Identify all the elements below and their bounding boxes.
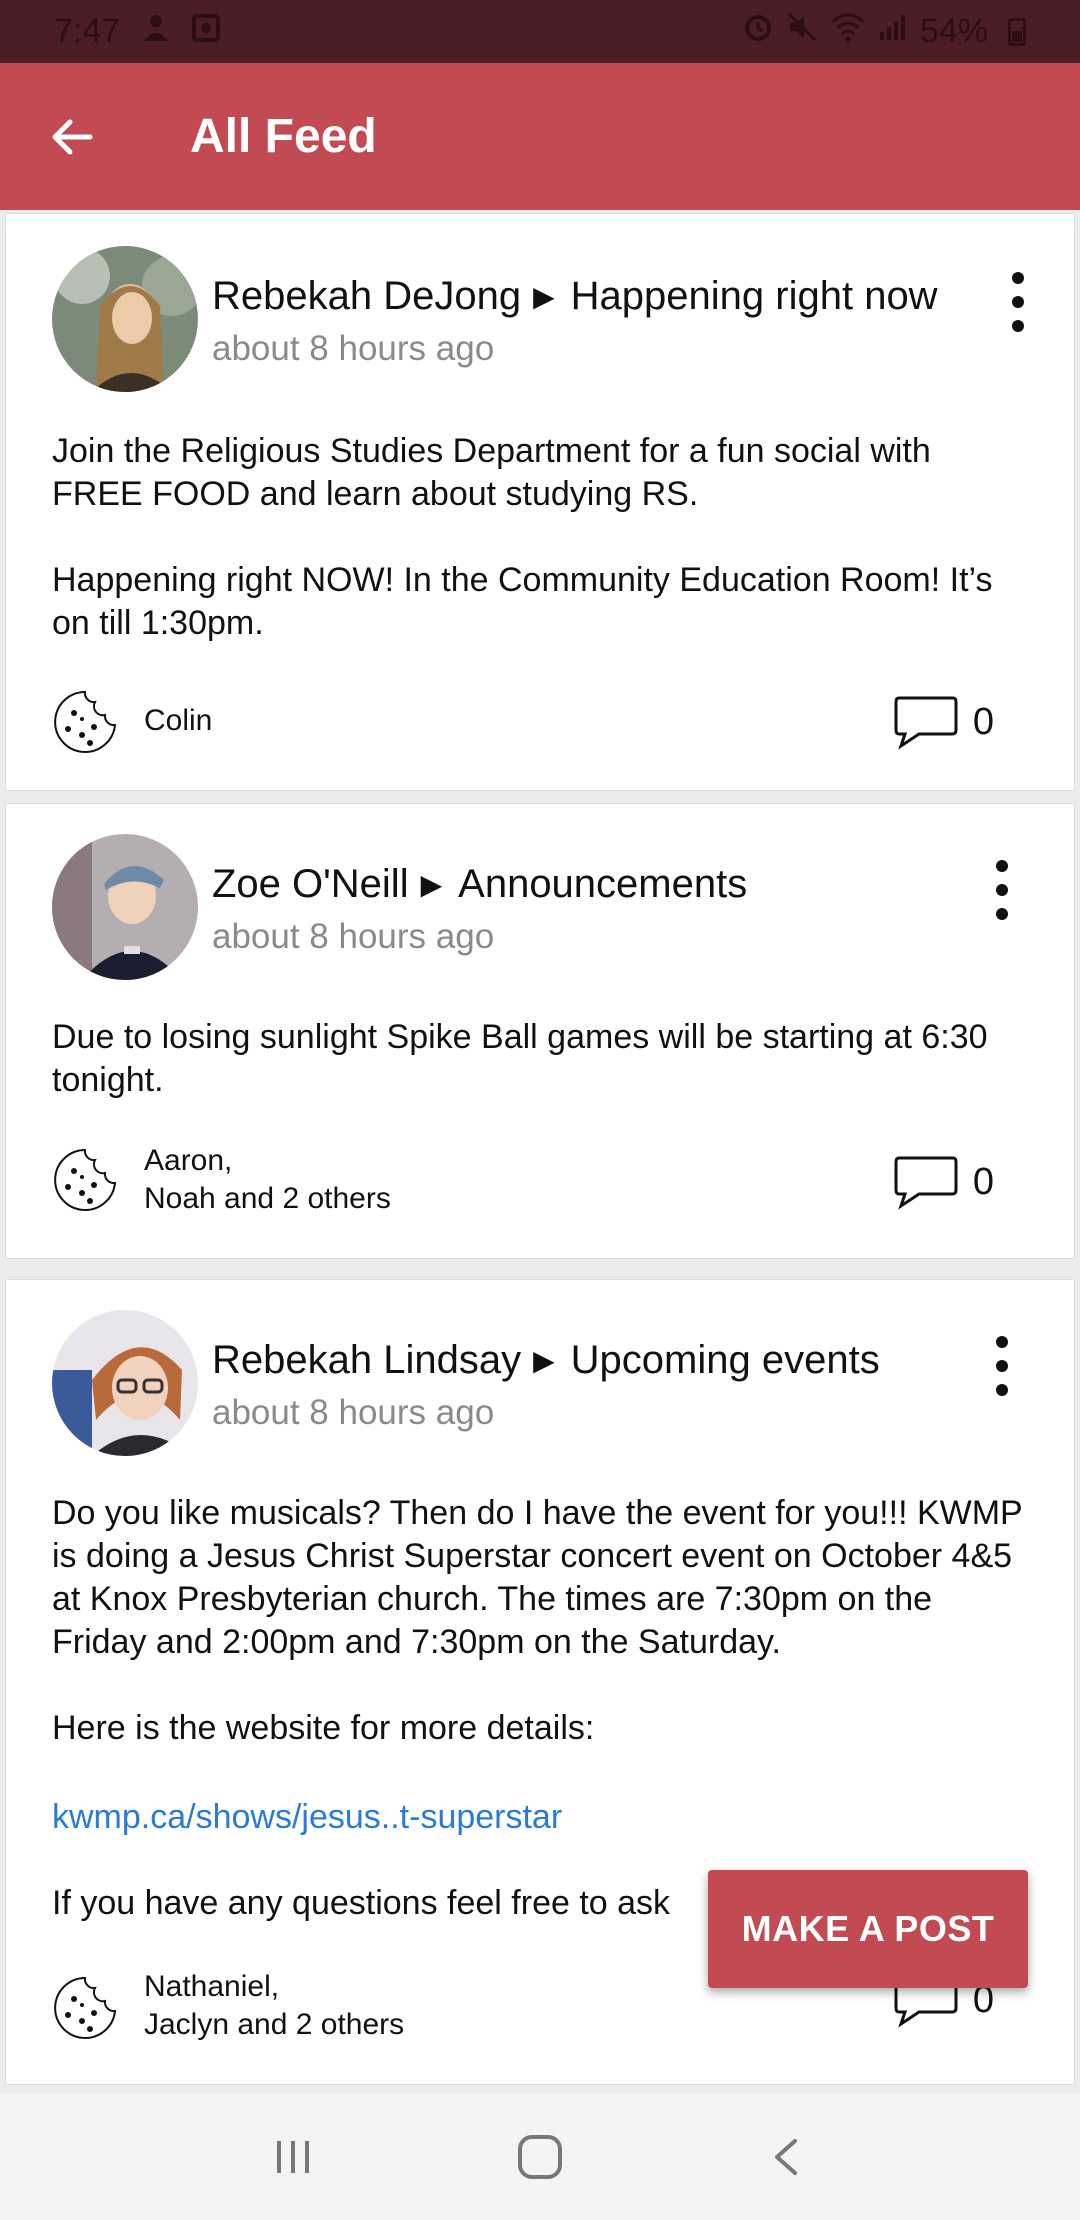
make-post-button[interactable]: MAKE A POST xyxy=(708,1870,1028,1988)
likers-list[interactable]: Aaron, Noah and 2 others xyxy=(144,1142,391,1218)
post-body: Join the Religious Studies Department fo… xyxy=(52,432,993,642)
likers-line: Jaclyn and 2 others xyxy=(144,2008,405,2041)
likers-list[interactable]: Nathaniel, Jaclyn and 2 others xyxy=(144,1968,404,2044)
media-icon xyxy=(192,13,221,51)
post-header: Rebekah Lindsay ▶ Upcoming events xyxy=(212,1338,880,1383)
person-icon xyxy=(142,13,170,51)
wifi-icon xyxy=(830,12,866,51)
post-body: Do you like musicals? Then do I have the… xyxy=(52,1494,1023,1747)
home-icon xyxy=(517,2134,562,2179)
comment-icon xyxy=(894,696,958,750)
likers-line: Noah and 2 others xyxy=(144,1182,391,1215)
author-name[interactable]: Rebekah Lindsay xyxy=(212,1338,521,1383)
home-button[interactable] xyxy=(500,2117,580,2197)
comment-icon xyxy=(894,1156,958,1210)
triangle-right-icon: ▶ xyxy=(533,281,555,312)
system-nav-bar xyxy=(0,2093,1080,2220)
arrow-left-icon xyxy=(52,119,93,154)
likers-line: Colin xyxy=(144,704,213,737)
alarm-icon xyxy=(742,11,774,52)
back-button[interactable] xyxy=(46,110,100,164)
likers-line: Aaron, xyxy=(144,1144,233,1177)
triangle-right-icon: ▶ xyxy=(533,1345,555,1376)
likers-list[interactable]: Colin xyxy=(144,702,212,740)
more-vert-icon xyxy=(996,860,1008,872)
cookie-icon[interactable] xyxy=(52,1147,118,1213)
mute-icon xyxy=(786,11,818,52)
battery-icon xyxy=(1008,17,1026,46)
recent-apps-button[interactable] xyxy=(253,2117,333,2197)
signal-icon xyxy=(878,12,908,51)
comment-count: 0 xyxy=(972,700,994,743)
app-bar: All Feed xyxy=(0,63,1080,210)
group-name[interactable]: Happening right now xyxy=(571,274,938,319)
post-card[interactable]: Rebekah DeJong ▶ Happening right now abo… xyxy=(5,213,1075,791)
post-timestamp: about 8 hours ago xyxy=(212,917,495,956)
more-options-button[interactable] xyxy=(1008,272,1028,332)
author-name[interactable]: Rebekah DeJong xyxy=(212,274,521,319)
triangle-right-icon: ▶ xyxy=(420,869,443,900)
system-back-button[interactable] xyxy=(747,2117,827,2197)
post-timestamp: about 8 hours ago xyxy=(212,329,495,368)
cookie-icon[interactable] xyxy=(52,1975,118,2041)
avatar[interactable] xyxy=(52,834,198,980)
cookie-icon[interactable] xyxy=(52,689,118,755)
post-header: Zoe O'Neill ▶ Announcements xyxy=(212,862,747,907)
group-name[interactable]: Announcements xyxy=(458,862,747,907)
post-timestamp: about 8 hours ago xyxy=(212,1393,495,1432)
more-options-button[interactable] xyxy=(992,860,1012,920)
avatar[interactable] xyxy=(52,246,198,392)
post-body: Due to losing sunlight Spike Ball games … xyxy=(52,1018,988,1099)
likers-line: Nathaniel, xyxy=(144,1970,280,2003)
status-time: 7:47 xyxy=(54,12,121,50)
status-bar: 7:47 54% xyxy=(0,0,1080,63)
back-icon xyxy=(774,2138,797,2175)
author-name[interactable]: Zoe O'Neill xyxy=(212,862,409,907)
comment-count: 0 xyxy=(972,1160,994,1203)
page-title: All Feed xyxy=(190,110,377,163)
comments-button[interactable]: 0 xyxy=(893,1154,994,1210)
post-card[interactable]: Zoe O'Neill ▶ Announcements about 8 hour… xyxy=(5,803,1075,1259)
more-vert-icon xyxy=(996,1336,1008,1348)
post-link[interactable]: kwmp.ca/shows/jesus..t-superstar xyxy=(52,1796,1028,1839)
group-name[interactable]: Upcoming events xyxy=(571,1338,880,1383)
comments-button[interactable]: 0 xyxy=(893,694,994,750)
post-header: Rebekah DeJong ▶ Happening right now xyxy=(212,274,938,319)
recent-apps-icon xyxy=(277,2140,310,2173)
avatar[interactable] xyxy=(52,1310,198,1456)
battery-percent: 54% xyxy=(919,12,988,50)
more-options-button[interactable] xyxy=(992,1336,1012,1396)
more-vert-icon xyxy=(1012,272,1024,284)
